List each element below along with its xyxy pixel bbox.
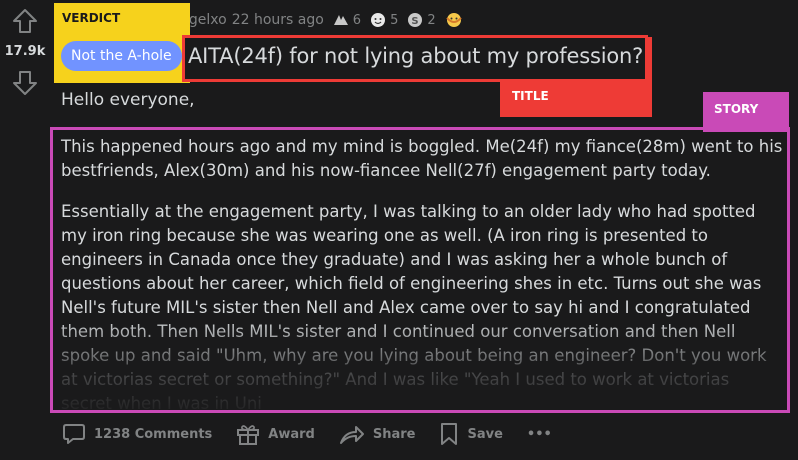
- title-annotation-label: TITLE: [512, 89, 549, 103]
- comment-icon: [63, 424, 85, 444]
- bookmark-icon: [441, 423, 458, 445]
- post-action-bar: 1238 Comments Award Share Save •••: [62, 422, 576, 446]
- save-button[interactable]: Save: [439, 422, 503, 446]
- verdict-annotation-label: VERDICT: [62, 11, 121, 25]
- post-flair[interactable]: Not the A-hole: [61, 41, 182, 71]
- post-meta: ngelxo 22 hours ago 6 5 S 2: [180, 9, 467, 31]
- upvote-arrow-icon[interactable]: [12, 8, 38, 34]
- vote-score: 17.9k: [4, 44, 46, 59]
- more-options-icon[interactable]: •••: [527, 427, 552, 442]
- award-hugz[interactable]: [444, 11, 467, 29]
- post-greeting: Hello everyone,: [61, 90, 195, 110]
- share-arrow-icon: [339, 426, 364, 444]
- post-paragraph: This happened hours ago and my mind is b…: [61, 137, 783, 180]
- post-title[interactable]: AITA(24f) for not lying about my profess…: [188, 44, 643, 68]
- story-annotation-frame: This happened hours ago and my mind is b…: [50, 127, 790, 413]
- award-silver[interactable]: S 2: [406, 12, 436, 28]
- vote-column: 17.9k: [0, 0, 50, 460]
- story-annotation-label: STORY: [714, 102, 759, 116]
- hugz-award-icon: [445, 13, 462, 27]
- silver-award-icon: S: [408, 13, 423, 27]
- downvote-arrow-icon[interactable]: [12, 70, 38, 96]
- share-button[interactable]: Share: [339, 423, 415, 445]
- award-helpful[interactable]: 6: [332, 12, 361, 28]
- gift-icon: [237, 425, 260, 445]
- award-wholesome[interactable]: 5: [369, 12, 398, 28]
- award-button[interactable]: Award: [236, 423, 315, 445]
- text-fade-overlay: [53, 315, 787, 410]
- wholesome-award-icon: [371, 13, 386, 27]
- helpful-award-icon: [333, 15, 348, 25]
- post-time: 22 hours ago: [231, 12, 324, 28]
- comments-button[interactable]: 1238 Comments: [62, 423, 212, 445]
- svg-text:S: S: [412, 16, 419, 27]
